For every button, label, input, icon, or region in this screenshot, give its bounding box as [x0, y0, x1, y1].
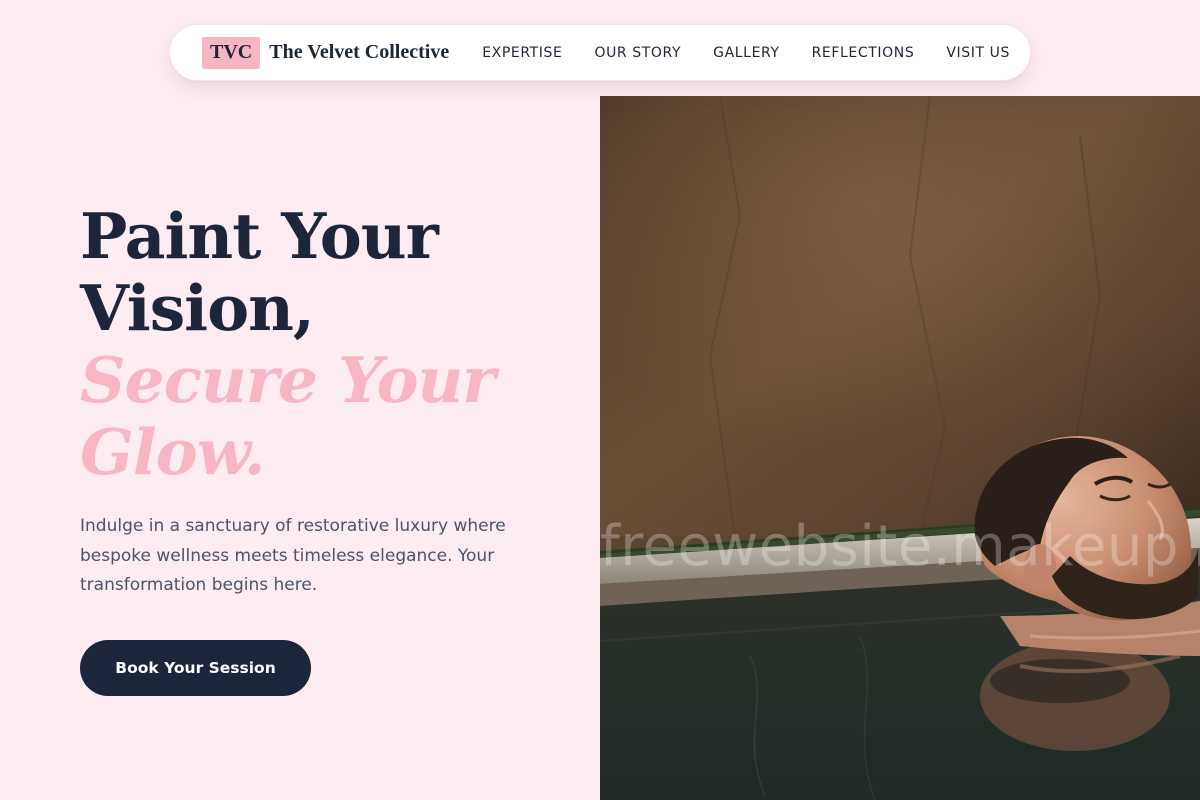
top-navigation: TVC The Velvet Collective EXPERTISE OUR … — [169, 24, 1031, 81]
nav-link-visit-us[interactable]: VISIT US — [946, 45, 1010, 61]
nav-link-expertise[interactable]: EXPERTISE — [482, 45, 562, 61]
book-session-button[interactable]: Book Your Session — [80, 640, 311, 696]
spa-pool-illustration — [600, 96, 1200, 800]
hero-image: freewebsite.makeup — [600, 96, 1200, 800]
nav-link-our-story[interactable]: OUR STORY — [594, 45, 681, 61]
hero-title-line-1: Paint Your — [80, 199, 439, 273]
nav-link-gallery[interactable]: GALLERY — [713, 45, 779, 61]
nav-links: EXPERTISE OUR STORY GALLERY REFLECTIONS … — [482, 45, 1010, 61]
hero-title-accent-line-1: Secure Your — [80, 343, 495, 417]
nav-link-reflections[interactable]: REFLECTIONS — [812, 45, 915, 61]
hero-title-line-2: Vision, — [80, 271, 315, 345]
brand-logo-mark[interactable]: TVC — [202, 36, 261, 69]
hero-description: Indulge in a sanctuary of restorative lu… — [80, 516, 506, 595]
hero-title: Paint Your Vision, Secure Your Glow. — [80, 200, 580, 488]
hero-title-accent-line-2: Glow. — [80, 415, 266, 489]
brand-name[interactable]: The Velvet Collective — [269, 41, 449, 64]
